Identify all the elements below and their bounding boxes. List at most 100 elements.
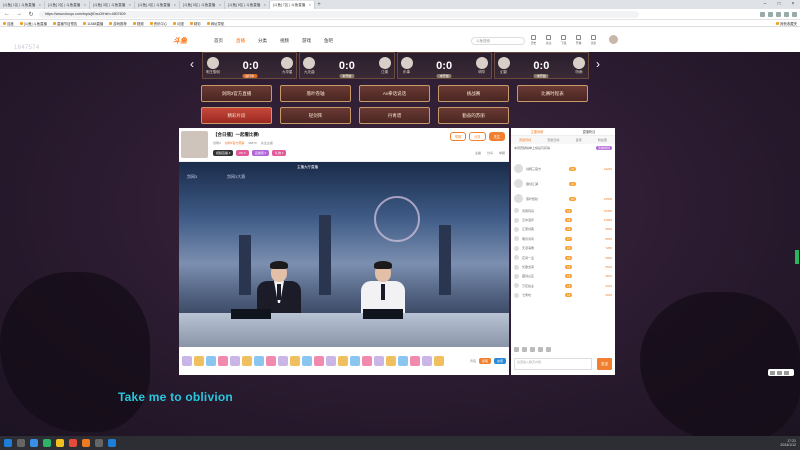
bookmark[interactable]: 直播节目预告 [52, 21, 77, 26]
gift-icon[interactable] [182, 356, 192, 366]
backpack-button[interactable]: 背包 [470, 359, 476, 363]
follow-button[interactable]: 关注 [488, 132, 505, 141]
rank-row[interactable]: 云中漫步 18 12895 [511, 215, 615, 224]
send-button[interactable]: 发送 [597, 358, 612, 370]
match-card[interactable]: 乐事 0:0 明华 未开始 [396, 52, 492, 79]
browser-tab[interactable]: [斗鱼] 3区 | 斗鱼直播 × [90, 1, 135, 9]
bookmark[interactable]: 精彩 [189, 21, 201, 26]
nav-item-live[interactable]: 直播 [236, 38, 245, 44]
rank-row[interactable]: 七秀坊 13 3920 [511, 291, 615, 300]
gift-icon[interactable] [302, 356, 312, 366]
video-stream[interactable]: 主播大厅直播 剑网3 剑网3大赛 [179, 162, 509, 347]
report-button[interactable]: 举报 [449, 132, 467, 141]
browser-tab[interactable]: [斗鱼] 2区 | 斗鱼直播 × [45, 1, 90, 9]
bookmark[interactable]: 网址导航 [206, 21, 224, 26]
extension-icon[interactable] [784, 11, 789, 17]
gift-icon[interactable] [314, 356, 324, 366]
rank-row[interactable]: 长歌当哭 15 5540 [511, 262, 615, 271]
gift-icon[interactable] [242, 356, 252, 366]
bookmark[interactable]: [斗鱼] 斗鱼直播 [19, 21, 47, 26]
close-icon[interactable]: × [129, 1, 131, 9]
rank-row[interactable]: 明月清风 17 8650 [511, 234, 615, 243]
nav-item-category[interactable]: 分类 [258, 38, 267, 44]
app-icon[interactable] [95, 439, 103, 447]
trash-icon[interactable] [546, 347, 551, 352]
gift-icon[interactable] [338, 356, 348, 366]
clock[interactable]: 17:21 2024/1/12 [780, 439, 796, 448]
other-bookmarks[interactable]: 其他收藏夹 [776, 21, 797, 26]
user-avatar[interactable] [609, 35, 618, 44]
bookmark[interactable]: 资讯中心 [149, 21, 167, 26]
gift-icon[interactable] [254, 356, 264, 366]
topic-button[interactable]: 轻剑阵 [280, 107, 351, 124]
extension-icon[interactable] [768, 11, 773, 17]
gift-icon[interactable] [522, 347, 527, 352]
gift-icon[interactable] [434, 356, 444, 366]
search-icon[interactable] [17, 439, 25, 447]
topic-button[interactable]: 勤奋的苏丽 [438, 107, 509, 124]
rank-row[interactable]: 藏剑山庄 14 4870 [511, 272, 615, 281]
gift-icon[interactable] [206, 356, 216, 366]
profile-icon[interactable] [792, 11, 797, 17]
rank-row[interactable]: 花间一壶 16 6890 [511, 253, 615, 262]
gift-icon[interactable] [386, 356, 396, 366]
gift-icon[interactable] [362, 356, 372, 366]
forward-icon[interactable]: → [15, 11, 23, 17]
rank-row[interactable]: 风雨同舟 19 15390 [511, 206, 615, 215]
tab-daily[interactable]: 贡献日榜 [547, 138, 559, 142]
close-icon[interactable]: × [264, 1, 266, 9]
tab-fan-club[interactable]: 粉丝团 [598, 138, 607, 142]
match-card[interactable]: 九天曲 0:0 江湖 未开始 [299, 52, 395, 79]
download-button[interactable]: 下载 [559, 35, 568, 45]
emoji-icon[interactable] [514, 347, 519, 352]
settings-icon[interactable] [538, 347, 543, 352]
url-input[interactable]: https://www.douyu.com/topic/jiDxuOlHzh=4… [39, 10, 639, 18]
site-logo[interactable]: 斗鱼 [173, 36, 187, 46]
nav-item-home[interactable]: 首页 [214, 38, 223, 44]
rank-row[interactable]: 江南剑客 18 9830 [511, 225, 615, 234]
close-window-icon[interactable]: × [786, 0, 800, 9]
topic-button[interactable]: 丹青谱 [359, 107, 430, 124]
bookmark[interactable]: 视频 [132, 21, 144, 26]
match-card[interactable]: 幻影 0:0 听雨 未开始 [493, 52, 589, 79]
new-tab-icon[interactable]: + [315, 1, 323, 9]
close-icon[interactable]: × [309, 1, 311, 9]
feed-button[interactable]: 投喂 [478, 358, 491, 364]
share-button[interactable]: 分享 [469, 132, 486, 141]
gift-icon[interactable] [398, 356, 408, 366]
close-icon[interactable]: × [39, 1, 41, 9]
chat-input[interactable]: 这里输入聊天内容 [514, 358, 592, 370]
tab-vip[interactable]: 贵宾 [576, 138, 582, 142]
tab-weekly[interactable]: 贡献周榜 [519, 138, 531, 142]
image-icon[interactable] [530, 347, 535, 352]
app-icon[interactable] [69, 439, 77, 447]
bookmark[interactable]: 动漫 [173, 21, 184, 26]
nav-item-video[interactable]: 视频 [280, 38, 289, 44]
gift-icon[interactable] [374, 356, 384, 366]
rank-row[interactable]: 剑网三官方 23 19266 [511, 161, 615, 176]
control-icon[interactable] [777, 370, 782, 375]
gift-icon[interactable] [266, 356, 276, 366]
app-icon[interactable] [108, 439, 116, 447]
gift-icon[interactable] [410, 356, 420, 366]
close-icon[interactable]: × [174, 1, 176, 9]
browser-tab[interactable]: [斗鱼] 6区 | 斗鱼直播 × [225, 1, 270, 9]
gift-icon[interactable] [290, 356, 300, 366]
room-badge[interactable]: 视频直播 ▾ [213, 150, 234, 156]
rank-row[interactable]: 落叶知秋 20 16508 [511, 191, 615, 206]
match-card[interactable]: 明王御剑 0:0 九华星 进行中 [202, 52, 298, 79]
gift-icon[interactable] [194, 356, 204, 366]
gift-icon[interactable] [350, 356, 360, 366]
room-badge[interactable]: PK ▾ [236, 150, 249, 156]
app-icon[interactable] [82, 439, 90, 447]
room-badge[interactable]: 礼物 ▾ [272, 150, 287, 156]
maximize-icon[interactable]: □ [772, 0, 786, 9]
rank-row[interactable]: 天涯海角 16 7280 [511, 244, 615, 253]
search-input[interactable]: 斗鱼搜索 [471, 37, 525, 45]
bookmark[interactable]: 11688直播 [83, 21, 103, 26]
scrollbar-thumb[interactable] [795, 250, 799, 264]
nav-item-game[interactable]: 游戏 [302, 38, 311, 44]
gift-icon[interactable] [218, 356, 228, 366]
topic-button-active[interactable]: 精彩片段 [201, 107, 272, 124]
start-stream-button[interactable]: 开播 [574, 35, 583, 45]
